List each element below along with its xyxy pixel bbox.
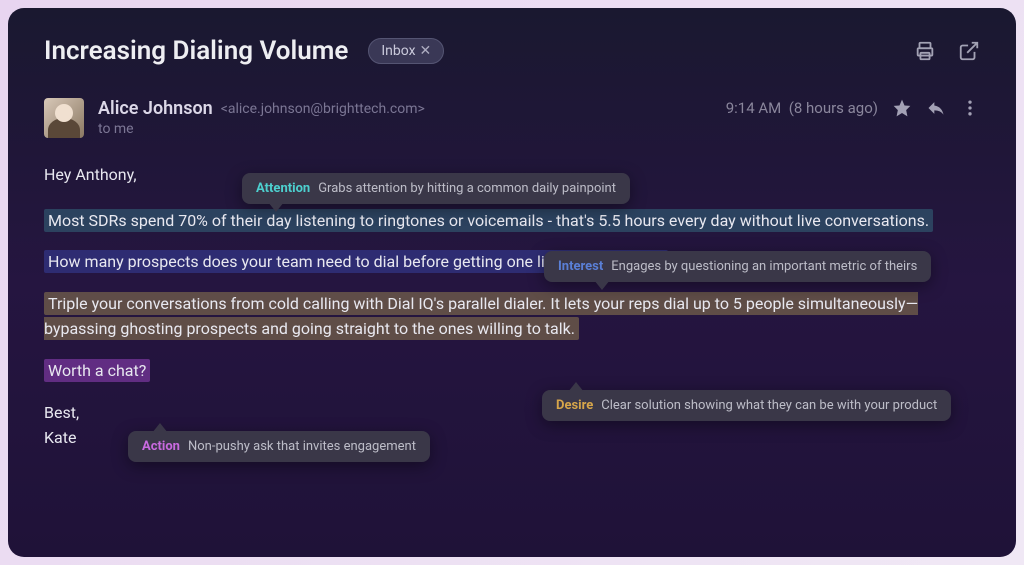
reply-icon[interactable] [926,98,946,118]
sender-right: 9:14 AM (8 hours ago) [726,98,980,118]
annotation-desc: Clear solution showing what they can be … [601,398,937,413]
sender-name: Alice Johnson [98,98,213,119]
timestamp: 9:14 AM (8 hours ago) [726,99,878,117]
avatar [44,98,84,138]
highlight-desire: Triple your conversations from cold call… [44,292,918,341]
label-text: Inbox [381,43,415,59]
annotation-tag: Interest [558,259,603,274]
annotation-desc: Grabs attention by hitting a common dail… [318,181,616,196]
annotation-desire: Desire Clear solution showing what they … [542,390,951,421]
annotation-attention: Attention Grabs attention by hitting a c… [242,173,630,204]
open-external-icon[interactable] [958,40,980,62]
annotation-tag: Attention [256,181,310,196]
more-icon[interactable] [960,98,980,118]
sender-name-line: Alice Johnson <alice.johnson@brighttech.… [98,98,425,119]
annotation-action: Action Non-pushy ask that invites engage… [128,431,430,462]
sender-email: <alice.johnson@brighttech.com> [221,101,425,117]
highlight-attention: Most SDRs spend 70% of their day listeni… [44,209,933,232]
paragraph-desire: Triple your conversations from cold call… [44,291,980,342]
star-icon[interactable] [892,98,912,118]
paragraph-action: Worth a chat? [44,358,980,384]
annotation-interest: Interest Engages by questioning an impor… [544,251,931,282]
header-actions [914,40,980,62]
sender-info: Alice Johnson <alice.johnson@brighttech.… [98,98,425,138]
email-view: Increasing Dialing Volume Inbox ✕ Alice … [8,8,1016,557]
close-icon[interactable]: ✕ [420,43,432,59]
sender-left: Alice Johnson <alice.johnson@brighttech.… [44,98,425,138]
inbox-label[interactable]: Inbox ✕ [368,38,444,64]
sender-row: Alice Johnson <alice.johnson@brighttech.… [44,98,980,138]
annotation-desc: Non-pushy ask that invites engagement [188,439,416,454]
annotation-desc: Engages by questioning an important metr… [611,259,917,274]
annotation-tag: Desire [556,398,593,413]
recipient-line[interactable]: to me [98,121,425,137]
annotation-tag: Action [142,439,180,454]
paragraph-attention: Most SDRs spend 70% of their day listeni… [44,208,980,234]
highlight-action: Worth a chat? [44,359,150,382]
email-subject: Increasing Dialing Volume [44,36,348,66]
email-header: Increasing Dialing Volume Inbox ✕ [44,36,980,66]
header-left: Increasing Dialing Volume Inbox ✕ [44,36,444,66]
print-icon[interactable] [914,40,936,62]
